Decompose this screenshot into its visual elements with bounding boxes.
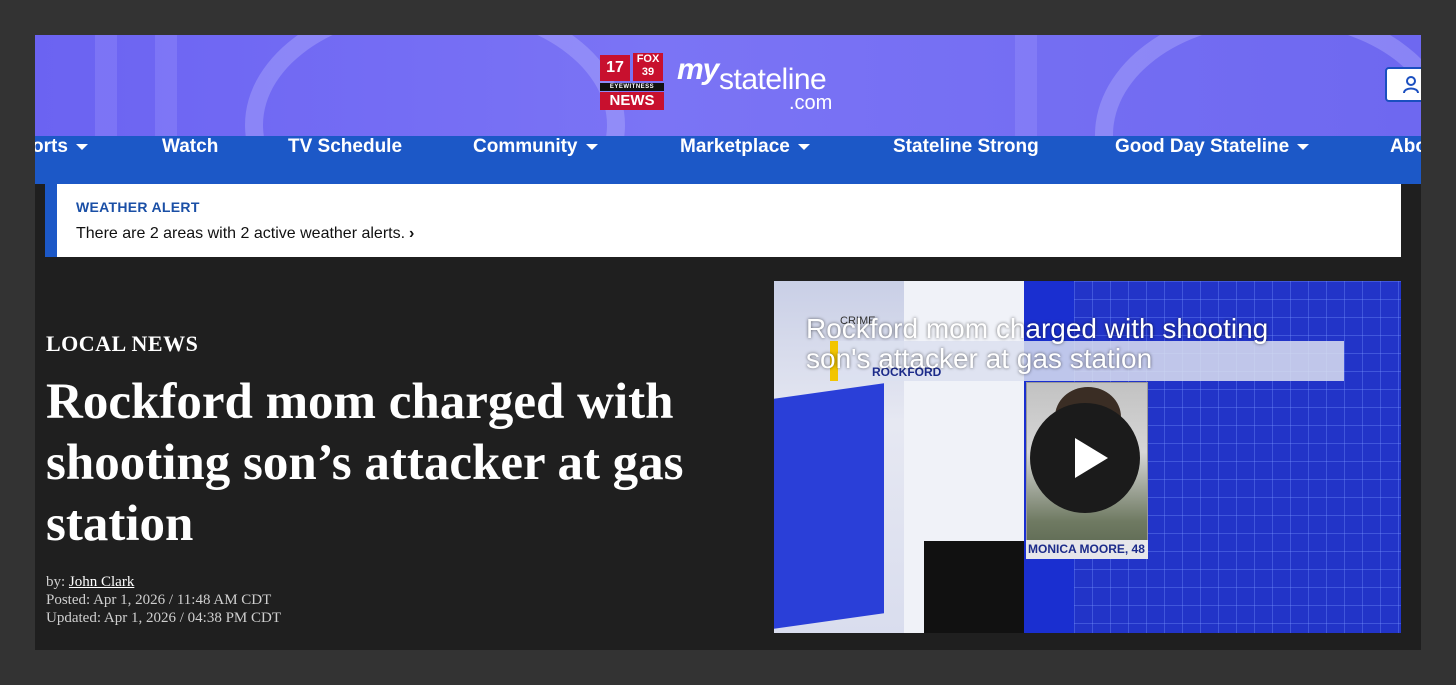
- video-graphic-name: MONICA MOORE, 48: [1026, 540, 1148, 559]
- chevron-down-icon: [585, 143, 598, 150]
- weather-alert-text: There are 2 areas with 2 active weather …: [76, 225, 406, 242]
- chevron-right-icon: ›: [409, 225, 415, 242]
- page-frame: 17 FOX 39 EYEWITNESS NEWS my stateline .…: [35, 35, 1421, 650]
- header-background-column: [155, 35, 177, 136]
- wordmark-my: my: [677, 53, 719, 86]
- chevron-down-icon: [1297, 143, 1310, 150]
- author-link[interactable]: John Clark: [69, 574, 134, 590]
- logo-17: 17: [600, 55, 630, 81]
- nav-item-label: orts: [35, 136, 68, 157]
- header-background-column: [95, 35, 117, 136]
- article-category[interactable]: LOCAL NEWS: [46, 331, 198, 357]
- logo-fox39: FOX 39: [633, 53, 663, 81]
- posted-date: Posted: Apr 1, 2026 / 11:48 AM CDT: [46, 592, 272, 608]
- header-background-arch: [245, 35, 625, 136]
- nav-item-label: Stateline Strong: [893, 136, 1039, 157]
- wordmark-com: .com: [789, 92, 833, 114]
- byline-author-row: by: John Clark: [46, 573, 281, 591]
- article-headline: Rockford mom charged with shooting son’s…: [46, 374, 684, 552]
- updated-date: Updated: Apr 1, 2026 / 04:38 PM CDT: [46, 610, 281, 626]
- site-header: 17 FOX 39 EYEWITNESS NEWS my stateline .…: [35, 35, 1421, 136]
- user-icon: [1403, 76, 1419, 94]
- weather-alert-link[interactable]: There are 2 areas with 2 active weather …: [76, 225, 414, 243]
- nav-item-label: Abo: [1390, 136, 1421, 157]
- logo-fox-text: FOX 39: [636, 53, 660, 78]
- nav-item-good-day-stateline[interactable]: Good Day Stateline: [1115, 136, 1310, 184]
- nav-item-label: Community: [473, 136, 578, 157]
- byline-prefix: by:: [46, 574, 69, 590]
- main-nav: orts Watch TV Schedule Community Marketp…: [35, 136, 1421, 184]
- nav-item-tv-schedule[interactable]: TV Schedule: [288, 136, 402, 184]
- logo-news: NEWS: [600, 92, 664, 110]
- nav-item-marketplace[interactable]: Marketplace: [680, 136, 810, 184]
- user-account-button[interactable]: [1385, 67, 1421, 102]
- nav-item-community[interactable]: Community: [473, 136, 598, 184]
- nav-item-label: Good Day Stateline: [1115, 136, 1290, 157]
- video-background-blue-panel: [774, 383, 884, 629]
- nav-item-watch[interactable]: Watch: [162, 136, 218, 184]
- chevron-down-icon: [75, 143, 88, 150]
- nav-item-label: Marketplace: [680, 136, 790, 157]
- header-background-arch: [1095, 35, 1421, 136]
- nav-item-sports[interactable]: orts: [35, 136, 88, 184]
- nav-item-stateline-strong[interactable]: Stateline Strong: [893, 136, 1039, 184]
- station-logo[interactable]: 17 FOX 39 EYEWITNESS NEWS: [600, 53, 666, 110]
- video-title: Rockford mom charged with shooting son's…: [806, 313, 1269, 374]
- weather-alert-banner[interactable]: WEATHER ALERT There are 2 areas with 2 a…: [45, 184, 1401, 257]
- video-background-dark-panel: [924, 541, 1024, 633]
- article-byline: by: John Clark Posted: Apr 1, 2026 / 11:…: [46, 573, 281, 627]
- video-player[interactable]: CRIME ROCKFORD MONICA MOORE, 48 Rockford…: [774, 281, 1401, 633]
- play-icon[interactable]: [1030, 403, 1140, 513]
- header-background-column: [1015, 35, 1037, 136]
- logo-eyewitness: EYEWITNESS: [600, 83, 664, 91]
- nav-item-label: TV Schedule: [288, 136, 403, 157]
- nav-item-label: Watch: [162, 136, 219, 157]
- chevron-down-icon: [797, 143, 810, 150]
- weather-alert-title: WEATHER ALERT: [76, 199, 200, 215]
- nav-item-about[interactable]: Abo: [1390, 136, 1421, 184]
